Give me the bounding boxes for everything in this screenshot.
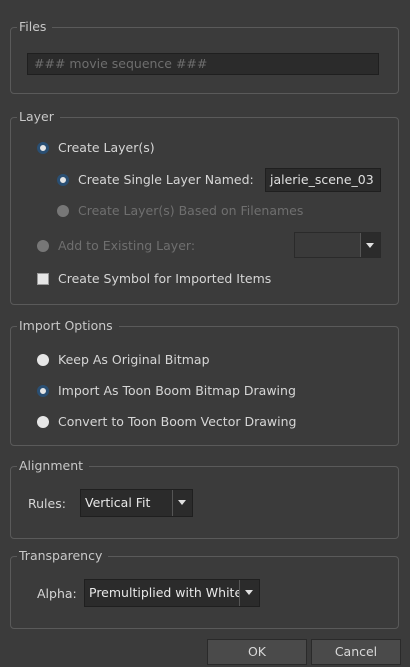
- sequence-field[interactable]: ### movie sequence ###: [27, 53, 379, 75]
- transparency-group: Transparency Alpha: Premultiplied with W…: [10, 548, 399, 629]
- add-existing-layer-label[interactable]: Add to Existing Layer:: [58, 238, 195, 254]
- create-single-layer-label[interactable]: Create Single Layer Named:: [78, 172, 254, 188]
- import-options-legend: Import Options: [17, 318, 119, 334]
- toon-vector-label[interactable]: Convert to Toon Boom Vector Drawing: [58, 414, 296, 430]
- alignment-legend: Alignment: [17, 458, 90, 474]
- based-on-filenames-radio[interactable]: [57, 205, 69, 217]
- toon-vector-radio[interactable]: [37, 416, 49, 428]
- add-existing-layer-radio[interactable]: [37, 240, 49, 252]
- ok-button[interactable]: OK: [207, 639, 307, 665]
- chevron-down-icon[interactable]: [172, 490, 192, 516]
- toon-bitmap-radio[interactable]: [37, 385, 49, 397]
- alignment-group: Alignment Rules: Vertical Fit: [10, 458, 399, 539]
- rules-value: Vertical Fit: [85, 495, 151, 510]
- layer-legend: Layer: [17, 109, 60, 125]
- files-legend: Files: [17, 19, 53, 35]
- chevron-down-icon[interactable]: [360, 233, 380, 257]
- chevron-down-icon[interactable]: [239, 580, 259, 606]
- keep-original-bitmap-label[interactable]: Keep As Original Bitmap: [58, 352, 210, 368]
- alpha-label: Alpha:: [37, 586, 77, 601]
- create-symbol-label[interactable]: Create Symbol for Imported Items: [58, 271, 271, 287]
- alpha-value: Premultiplied with White: [89, 585, 243, 600]
- rules-label: Rules:: [28, 496, 66, 511]
- create-single-layer-radio[interactable]: [57, 174, 69, 186]
- create-layers-label[interactable]: Create Layer(s): [58, 140, 155, 156]
- transparency-legend: Transparency: [17, 548, 109, 564]
- rules-select[interactable]: Vertical Fit: [80, 489, 193, 517]
- single-layer-name-input[interactable]: jalerie_scene_03: [265, 168, 381, 192]
- create-symbol-checkbox[interactable]: [37, 273, 49, 285]
- sequence-placeholder: ### movie sequence ###: [34, 56, 208, 71]
- based-on-filenames-label[interactable]: Create Layer(s) Based on Filenames: [78, 203, 303, 219]
- import-options-group: Import Options Keep As Original Bitmap I…: [10, 318, 399, 446]
- cancel-button[interactable]: Cancel: [311, 639, 401, 665]
- alpha-select[interactable]: Premultiplied with White: [84, 579, 260, 607]
- create-layers-radio[interactable]: [37, 142, 49, 154]
- toon-bitmap-label[interactable]: Import As Toon Boom Bitmap Drawing: [58, 383, 296, 399]
- existing-layer-combo[interactable]: [294, 232, 381, 258]
- layer-group: Layer Create Layer(s) Create Single Laye…: [10, 109, 399, 305]
- single-layer-name-value: jalerie_scene_03: [270, 172, 374, 187]
- keep-original-bitmap-radio[interactable]: [37, 354, 49, 366]
- files-group: Files ### movie sequence ###: [10, 19, 399, 94]
